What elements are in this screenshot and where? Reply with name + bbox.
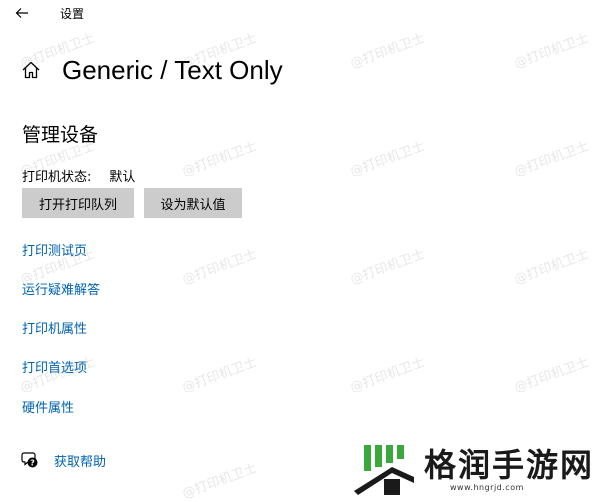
svg-text:?: ?	[30, 459, 35, 468]
back-arrow-icon	[15, 8, 28, 18]
set-default-button[interactable]: 设为默认值	[144, 188, 242, 218]
watermark: @打印机卫士	[348, 138, 427, 180]
section-title: 管理设备	[22, 124, 99, 146]
get-help-link[interactable]: 获取帮助	[54, 451, 106, 470]
watermark: @打印机卫士	[348, 30, 427, 72]
printer-status-value: 默认	[109, 170, 136, 185]
page-header: Generic / Text Only	[20, 52, 283, 88]
watermark: @打印机卫士	[180, 460, 259, 502]
run-troubleshooter-link[interactable]: 运行疑难解答	[22, 279, 100, 298]
site-logo: 格润手游网 www.hngrjd.com	[352, 438, 600, 500]
hardware-properties-link[interactable]: 硬件属性	[22, 397, 74, 416]
get-help[interactable]: ? 获取帮助	[20, 450, 106, 470]
logo-name: 格润手游网	[424, 445, 595, 484]
app-title: 设置	[60, 7, 85, 21]
open-print-queue-button[interactable]: 打开打印队列	[22, 188, 134, 218]
home-icon[interactable]	[20, 59, 42, 81]
page-title: Generic / Text Only	[62, 54, 283, 85]
watermark: @打印机卫士	[180, 354, 259, 396]
logo-mark-icon	[354, 445, 414, 495]
watermark: @打印机卫士	[180, 138, 259, 180]
logo-url: www.hngrjd.com	[450, 482, 524, 492]
printer-status: 打印机状态: 默认	[22, 166, 135, 185]
printer-status-label: 打印机状态:	[22, 170, 92, 185]
watermark: @打印机卫士	[348, 354, 427, 396]
help-chat-icon: ?	[20, 450, 40, 470]
printer-properties-link[interactable]: 打印机属性	[22, 318, 87, 337]
back-button[interactable]	[10, 3, 34, 23]
print-test-page-link[interactable]: 打印测试页	[22, 240, 87, 259]
watermark: @打印机卫士	[180, 246, 259, 288]
watermark: @打印机卫士	[512, 246, 591, 288]
watermark: @打印机卫士	[348, 246, 427, 288]
title-bar: 设置	[0, 0, 600, 28]
watermark: @打印机卫士	[512, 138, 591, 180]
watermark: @打印机卫士	[512, 354, 591, 396]
printing-preferences-link[interactable]: 打印首选项	[22, 357, 87, 376]
watermark: @打印机卫士	[512, 30, 591, 72]
